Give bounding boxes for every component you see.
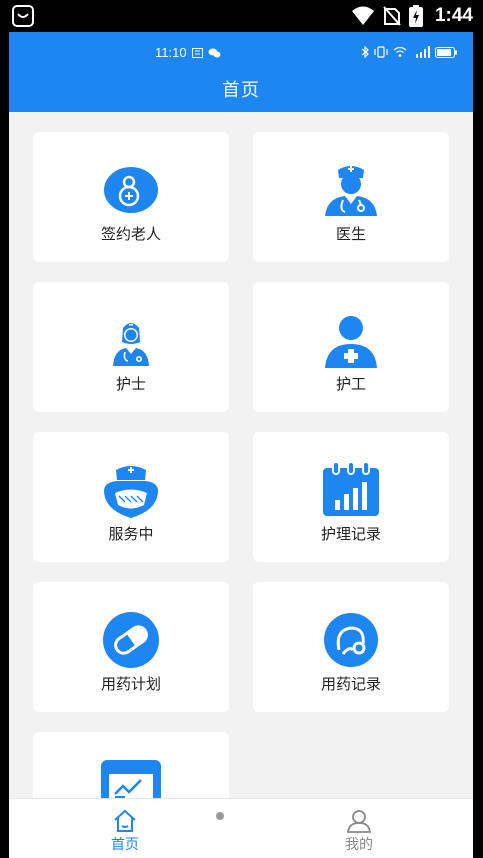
menu-card-care-record[interactable]: 护理记录 <box>253 432 449 562</box>
menu-card-medication-plan[interactable]: 用药计划 <box>33 582 229 712</box>
menu-card-label: 护士 <box>115 375 146 393</box>
menu-card-caregiver[interactable]: 护工 <box>253 282 449 412</box>
medication-plan-icon <box>103 612 159 668</box>
battery-charging-icon <box>408 5 423 27</box>
nurse-icon <box>113 323 149 366</box>
sim-card-icon <box>191 47 203 58</box>
menu-card-medication-record[interactable]: 用药记录 <box>253 582 449 712</box>
elderly-person-icon <box>104 167 158 213</box>
menu-card-label: 护理记录 <box>320 525 381 543</box>
home-icon <box>114 809 136 832</box>
app-status-bar: 11:10 <box>9 42 473 64</box>
menu-card-doctor[interactable]: 医生 <box>253 132 449 262</box>
menu-card-label: 护工 <box>335 375 366 393</box>
menu-card-label: 签约老人 <box>100 225 161 243</box>
menu-card-nurse[interactable]: 护士 <box>33 282 229 412</box>
doctor-icon <box>325 166 377 216</box>
menu-card-label: 用药计划 <box>100 675 161 693</box>
page-title: 首页 <box>222 80 260 101</box>
battery-icon <box>435 46 457 58</box>
bluetooth-icon <box>361 46 369 58</box>
menu-card-signed-elderly[interactable]: 签约老人 <box>33 132 229 262</box>
app-header: 11:10 首页 <box>9 32 473 112</box>
care-record-icon <box>323 461 379 516</box>
device-status-bar: 1:44 <box>0 0 483 32</box>
page-indicator-dot <box>216 812 224 820</box>
medication-record-icon <box>324 613 378 667</box>
nav-mine-label: 我的 <box>345 837 373 853</box>
menu-card-in-service[interactable]: 服务中 <box>33 432 229 562</box>
no-sim-icon <box>383 6 401 26</box>
in-service-icon <box>104 466 158 518</box>
nav-mine[interactable]: 我的 <box>299 805 419 855</box>
wifi-small-icon <box>393 46 407 57</box>
user-profile-icon <box>346 810 372 833</box>
menu-card-label: 服务中 <box>108 525 154 543</box>
wifi-icon <box>351 6 374 25</box>
wechat-icon <box>208 48 221 57</box>
menu-card-label: 用药记录 <box>320 675 381 693</box>
app-screen: 11:10 首页 签约老人 医生 护士 护工 服务中 护理记录 用药计划 用药记… <box>9 32 473 858</box>
signal-icon <box>416 46 430 58</box>
app-status-time: 11:10 <box>155 45 187 60</box>
device-time: 1:44 <box>434 5 473 26</box>
nav-home[interactable]: 首页 <box>65 805 185 855</box>
nav-home-label: 首页 <box>111 837 139 853</box>
notification-app-icon <box>12 5 34 27</box>
bottom-nav: 首页 我的 <box>9 798 473 858</box>
menu-card-label: 医生 <box>335 225 366 243</box>
vibrate-icon <box>374 46 388 58</box>
caregiver-icon <box>325 316 377 368</box>
